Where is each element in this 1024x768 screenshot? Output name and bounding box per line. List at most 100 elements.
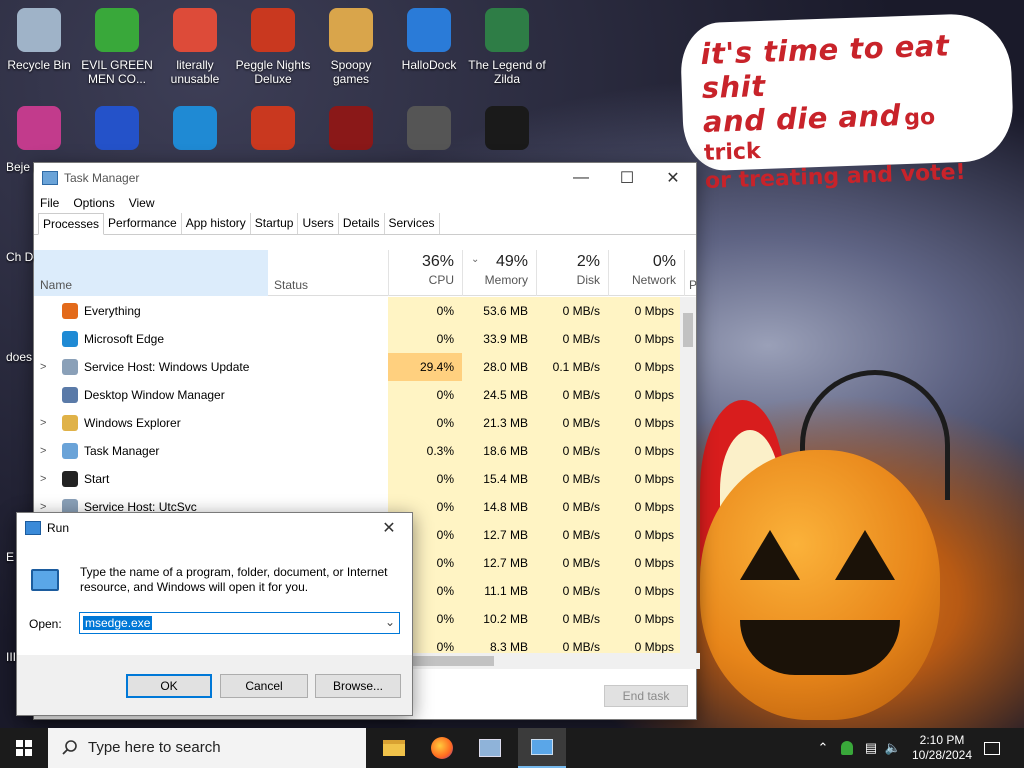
firefox-taskbar-button[interactable]: [418, 728, 466, 768]
process-disk: 0 MB/s: [536, 297, 608, 325]
desktop-icon[interactable]: The Legend of Zilda: [468, 8, 546, 86]
tab-services[interactable]: Services: [385, 213, 440, 234]
expand-chevron-icon[interactable]: >: [40, 409, 46, 437]
menu-view[interactable]: View: [129, 196, 155, 210]
desktop-icon[interactable]: EVIL GREEN MEN CO...: [78, 8, 156, 86]
desktop-icon-label-partial[interactable]: does: [6, 350, 34, 364]
start-button[interactable]: [0, 728, 48, 768]
column-disk[interactable]: 2% Disk: [536, 250, 608, 296]
process-row[interactable]: Everything 0% 53.6 MB 0 MB/s 0 Mbps: [34, 297, 682, 325]
scroll-thumb-horizontal[interactable]: [404, 656, 494, 666]
desktop-icon[interactable]: [312, 106, 390, 156]
process-disk: 0 MB/s: [536, 465, 608, 493]
tray-user-icon[interactable]: [836, 728, 858, 768]
desktop-icon[interactable]: [0, 106, 78, 156]
desktop-icon[interactable]: Recycle Bin: [0, 8, 78, 72]
column-status-label: Status: [274, 278, 309, 292]
task-manager-titlebar[interactable]: Task Manager — ☐ ✕: [34, 163, 696, 193]
desktop-icon-label-partial[interactable]: Beje De: [6, 160, 34, 174]
process-row[interactable]: > Task Manager 0.3% 18.6 MB 0 MB/s 0 Mbps: [34, 437, 682, 465]
close-button[interactable]: ✕: [650, 163, 696, 193]
expand-chevron-icon[interactable]: >: [40, 465, 46, 493]
network-icon[interactable]: ▤: [860, 728, 882, 768]
expand-chevron-icon[interactable]: >: [40, 437, 46, 465]
process-disk: 0.1 MB/s: [536, 353, 608, 381]
desktop-icon[interactable]: Spoopy games: [312, 8, 390, 86]
desktop-icon[interactable]: [234, 106, 312, 156]
ok-button[interactable]: OK: [126, 674, 212, 698]
scroll-thumb[interactable]: [683, 313, 693, 347]
desktop-icon-label: Peggle Nights Deluxe: [235, 58, 311, 86]
column-cpu[interactable]: 36% CPU: [388, 250, 462, 296]
menu-options[interactable]: Options: [73, 196, 114, 210]
volume-icon[interactable]: 🔈: [882, 728, 904, 768]
open-input[interactable]: msedge.exe ⌄: [79, 612, 400, 634]
bubble-text-2: and die and: [702, 98, 902, 140]
expand-chevron-icon[interactable]: >: [40, 353, 46, 381]
desktop-icon-label-partial[interactable]: Ch De: [6, 250, 34, 264]
window-title: Task Manager: [64, 171, 140, 185]
process-network: 0 Mbps: [608, 409, 682, 437]
desktop-icon-label-partial[interactable]: E: [6, 550, 34, 564]
desktop-icon[interactable]: [156, 106, 234, 156]
network-total: 0%: [652, 253, 676, 270]
column-network[interactable]: 0% Network: [608, 250, 684, 296]
column-status[interactable]: Status: [268, 250, 388, 296]
sort-chevron-icon: ⌄: [471, 254, 480, 265]
column-headers: Name Status 36% CPU ⌄ 49% Memory 2% Disk…: [34, 250, 698, 296]
tab-users[interactable]: Users: [298, 213, 339, 234]
vertical-scrollbar[interactable]: [680, 297, 696, 653]
process-network: 0 Mbps: [608, 437, 682, 465]
browse-button[interactable]: Browse...: [315, 674, 401, 698]
desktop-icon[interactable]: HalloDock: [390, 8, 468, 72]
desktop-icon[interactable]: [78, 106, 156, 156]
minimize-button[interactable]: —: [558, 163, 604, 193]
run-taskbar-button[interactable]: [518, 728, 566, 768]
file-explorer-taskbar-button[interactable]: [370, 728, 418, 768]
task-manager-taskbar-button[interactable]: [466, 728, 514, 768]
desktop-icon[interactable]: [390, 106, 468, 156]
tab-details[interactable]: Details: [339, 213, 385, 234]
column-power[interactable]: P: [684, 250, 698, 296]
process-name: Everything: [84, 304, 141, 318]
process-disk: 0 MB/s: [536, 381, 608, 409]
tab-performance[interactable]: Performance: [104, 213, 182, 234]
process-row[interactable]: Microsoft Edge 0% 33.9 MB 0 MB/s 0 Mbps: [34, 325, 682, 353]
process-cpu: 0%: [388, 465, 462, 493]
process-cpu: 0%: [388, 325, 462, 353]
desktop-icon-label-partial[interactable]: III: [6, 650, 34, 664]
column-memory[interactable]: ⌄ 49% Memory: [462, 250, 536, 296]
speech-bubble: it's time to eat shit and die and go tri…: [679, 12, 1015, 194]
tab-processes[interactable]: Processes: [38, 213, 105, 235]
tab-startup[interactable]: Startup: [251, 213, 299, 234]
run-close-button[interactable]: ✕: [366, 513, 412, 543]
process-row[interactable]: Desktop Window Manager 0% 24.5 MB 0 MB/s 0 M…: [34, 381, 682, 409]
chevron-down-icon[interactable]: ⌄: [385, 615, 395, 629]
desktop-icon[interactable]: literally unusable: [156, 8, 234, 86]
cancel-button[interactable]: Cancel: [220, 674, 308, 698]
search-box[interactable]: Type here to search: [48, 728, 366, 768]
tab-app-history[interactable]: App history: [182, 213, 251, 234]
run-titlebar[interactable]: Run ✕: [17, 513, 412, 543]
chrome-icon: [173, 8, 217, 52]
process-row[interactable]: > Service Host: Windows Update 29.4% 28.0 M…: [34, 353, 682, 381]
process-disk: 0 MB/s: [536, 325, 608, 353]
process-network: 0 Mbps: [608, 325, 682, 353]
flash-icon: [329, 106, 373, 150]
column-name[interactable]: Name: [34, 250, 268, 296]
process-disk: 0 MB/s: [536, 549, 608, 577]
horizontal-scrollbar[interactable]: [404, 653, 700, 669]
menu-file[interactable]: File: [40, 196, 59, 210]
process-network: 0 Mbps: [608, 465, 682, 493]
notifications-icon[interactable]: [980, 728, 1004, 768]
maximize-button[interactable]: ☐: [604, 163, 650, 193]
desktop-icon[interactable]: [468, 106, 546, 156]
process-row[interactable]: > Start 0% 15.4 MB 0 MB/s 0 Mbps: [34, 465, 682, 493]
end-task-button[interactable]: End task: [604, 685, 688, 707]
start-icon: [62, 471, 78, 487]
tray-overflow-chevron-icon[interactable]: ⌃: [812, 728, 834, 768]
process-row[interactable]: > Windows Explorer 0% 21.3 MB 0 MB/s 0 Mbps: [34, 409, 682, 437]
desktop-icon[interactable]: Peggle Nights Deluxe: [234, 8, 312, 86]
process-memory: 18.6 MB: [462, 437, 536, 465]
clock[interactable]: 2:10 PM 10/28/2024: [904, 728, 980, 768]
